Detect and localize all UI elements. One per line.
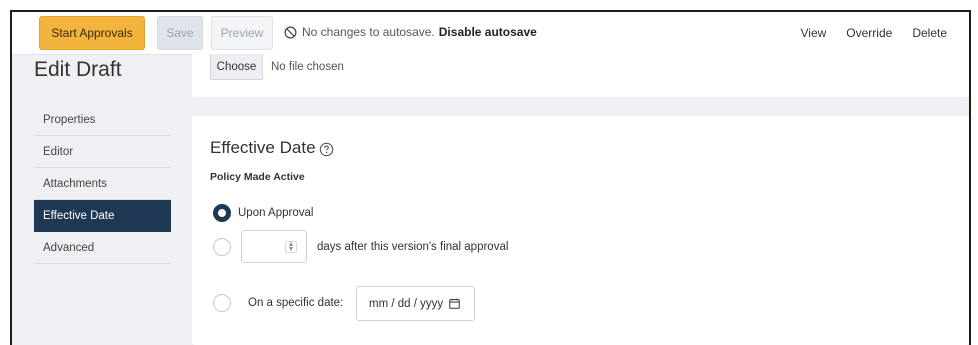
app-window: Start Approvals Save Preview No changes …	[10, 10, 971, 345]
section-title: Effective Date	[210, 138, 334, 158]
sidebar-item-properties[interactable]: Properties	[34, 104, 171, 136]
start-approvals-button[interactable]: Start Approvals	[39, 16, 145, 50]
specific-date-label: On a specific date:	[248, 297, 344, 309]
preview-button[interactable]: Preview	[211, 16, 273, 50]
radio-upon-approval[interactable]	[213, 204, 231, 222]
spinner-icon[interactable]: ▲ ▼	[285, 241, 297, 253]
choose-file-button[interactable]: Choose	[210, 54, 263, 80]
calendar-icon[interactable]	[449, 298, 460, 309]
sidebar-item-effective-date[interactable]: Effective Date	[34, 200, 171, 232]
autosave-text: No changes to autosave.	[302, 25, 435, 39]
sidebar-item-editor[interactable]: Editor	[34, 136, 171, 168]
sidebar-item-advanced[interactable]: Advanced	[34, 232, 171, 264]
radio-specific-date[interactable]	[213, 294, 231, 312]
date-placeholder: mm / dd / yyyy	[369, 297, 444, 310]
disable-autosave-link[interactable]: Disable autosave	[439, 25, 537, 39]
days-input[interactable]: ▲ ▼	[241, 230, 307, 263]
autosave-status: No changes to autosave. Disable autosave	[284, 25, 537, 39]
sidebar-nav: Properties Editor Attachments Effective …	[34, 104, 171, 264]
save-button[interactable]: Save	[157, 16, 203, 50]
section-title-text: Effective Date	[210, 138, 316, 157]
upon-approval-label: Upon Approval	[238, 207, 314, 219]
attachment-card: Choose No file chosen	[192, 54, 969, 97]
page-title: Edit Draft	[34, 58, 122, 81]
date-input[interactable]: mm / dd / yyyy	[356, 286, 475, 321]
radio-days-after[interactable]	[213, 238, 231, 256]
days-after-label: days after this version's final approval	[317, 241, 509, 253]
top-toolbar: Start Approvals Save Preview No changes …	[12, 12, 969, 55]
view-link[interactable]: View	[801, 26, 827, 40]
delete-link[interactable]: Delete	[912, 26, 947, 40]
ban-icon	[284, 26, 297, 38]
file-status: No file chosen	[271, 61, 344, 73]
question-circle-icon[interactable]	[319, 142, 334, 157]
override-link[interactable]: Override	[846, 26, 892, 40]
sidebar-item-attachments[interactable]: Attachments	[34, 168, 171, 200]
policy-made-active-label: Policy Made Active	[210, 171, 305, 183]
toolbar-actions: View Override Delete	[801, 26, 948, 40]
effective-date-card: Effective Date Policy Made Active Upon A…	[192, 116, 969, 345]
